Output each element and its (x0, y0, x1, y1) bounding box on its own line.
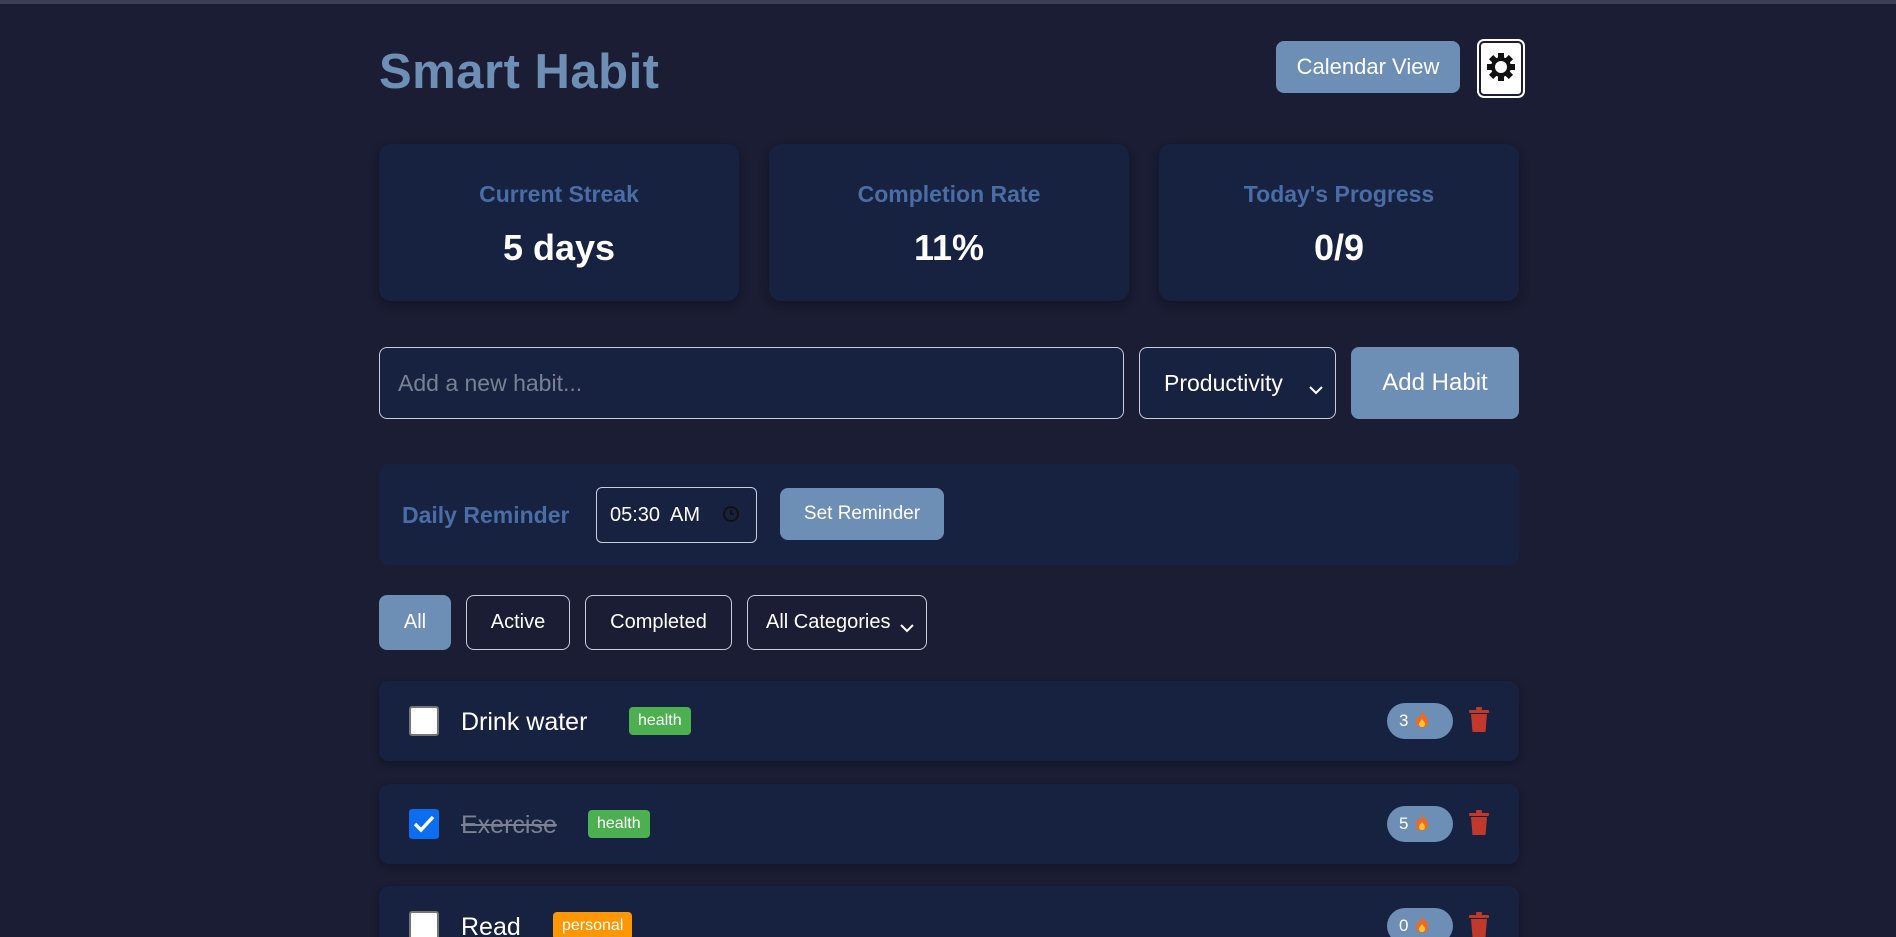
stat-card-completion-rate: Completion Rate 11% (769, 144, 1129, 301)
filter-all-button[interactable]: All (379, 595, 451, 650)
new-habit-input[interactable] (379, 347, 1124, 419)
reminder-time-value: 05:30 AM (610, 503, 701, 526)
filter-bar: All Active Completed All Categories (379, 595, 1519, 651)
habit-name: Exercise (461, 811, 557, 839)
streak-count: 5 (1399, 814, 1409, 833)
stat-label: Current Streak (479, 181, 639, 207)
habit-checkbox[interactable] (409, 706, 439, 736)
reminder-panel: Daily Reminder 05:30 AM Set Reminder (379, 464, 1519, 565)
category-tag: health (629, 707, 691, 735)
stat-value: 0/9 (1313, 227, 1365, 268)
flame-icon (1415, 710, 1429, 733)
chevron-down-icon (900, 616, 914, 639)
stat-card-todays-progress: Today's Progress 0/9 (1159, 144, 1519, 301)
category-filter-select[interactable]: All Categories (747, 595, 927, 650)
app-container: Smart Habit Calendar View Current Streak… (379, 4, 1523, 937)
stat-value: 5 days (502, 227, 616, 268)
chevron-down-icon (1309, 374, 1323, 401)
add-habit-row: Productivity Add Habit (379, 347, 1519, 420)
habit-checkbox[interactable] (409, 911, 439, 937)
delete-trash-icon[interactable] (1468, 912, 1490, 937)
flame-icon (1415, 813, 1429, 836)
category-tag: health (588, 810, 650, 838)
set-reminder-button[interactable]: Set Reminder (780, 488, 944, 540)
reminder-label: Daily Reminder (402, 502, 570, 528)
habit-item: Drink water health 3 (379, 681, 1519, 761)
reminder-time-input[interactable]: 05:30 AM (596, 487, 757, 543)
add-habit-button[interactable]: Add Habit (1351, 347, 1519, 419)
stat-label: Completion Rate (857, 181, 1041, 207)
theme-toggle-button[interactable] (1479, 41, 1523, 96)
calendar-view-button[interactable]: Calendar View (1276, 41, 1460, 93)
app-title: Smart Habit (379, 45, 660, 99)
delete-trash-icon[interactable] (1468, 810, 1490, 841)
habit-checkbox[interactable] (409, 809, 439, 839)
streak-badge: 3 (1387, 703, 1453, 739)
streak-badge: 0 (1387, 908, 1453, 937)
clock-icon[interactable] (722, 505, 740, 529)
category-select[interactable]: Productivity (1139, 347, 1336, 419)
header: Smart Habit Calendar View (379, 4, 1523, 139)
delete-trash-icon[interactable] (1468, 707, 1490, 738)
gear-icon (1486, 52, 1516, 85)
flame-icon (1415, 915, 1429, 937)
stats-panel: Current Streak 5 days Completion Rate 11… (379, 144, 1519, 302)
checkmark-icon (413, 815, 435, 833)
habit-item: Read personal 0 (379, 886, 1519, 937)
streak-count: 3 (1399, 711, 1409, 730)
category-filter-value: All Categories (766, 611, 891, 633)
habit-name: Read (461, 913, 521, 937)
filter-active-button[interactable]: Active (466, 595, 570, 650)
filter-completed-button[interactable]: Completed (585, 595, 732, 650)
streak-badge: 5 (1387, 806, 1453, 842)
streak-count: 0 (1399, 916, 1409, 935)
category-select-value: Productivity (1164, 369, 1283, 396)
stat-card-current-streak: Current Streak 5 days (379, 144, 739, 301)
habit-name: Drink water (461, 708, 588, 736)
stat-label: Today's Progress (1243, 181, 1435, 207)
habit-item: Exercise health 5 (379, 784, 1519, 864)
stat-value: 11% (913, 227, 985, 268)
category-tag: personal (553, 912, 633, 937)
